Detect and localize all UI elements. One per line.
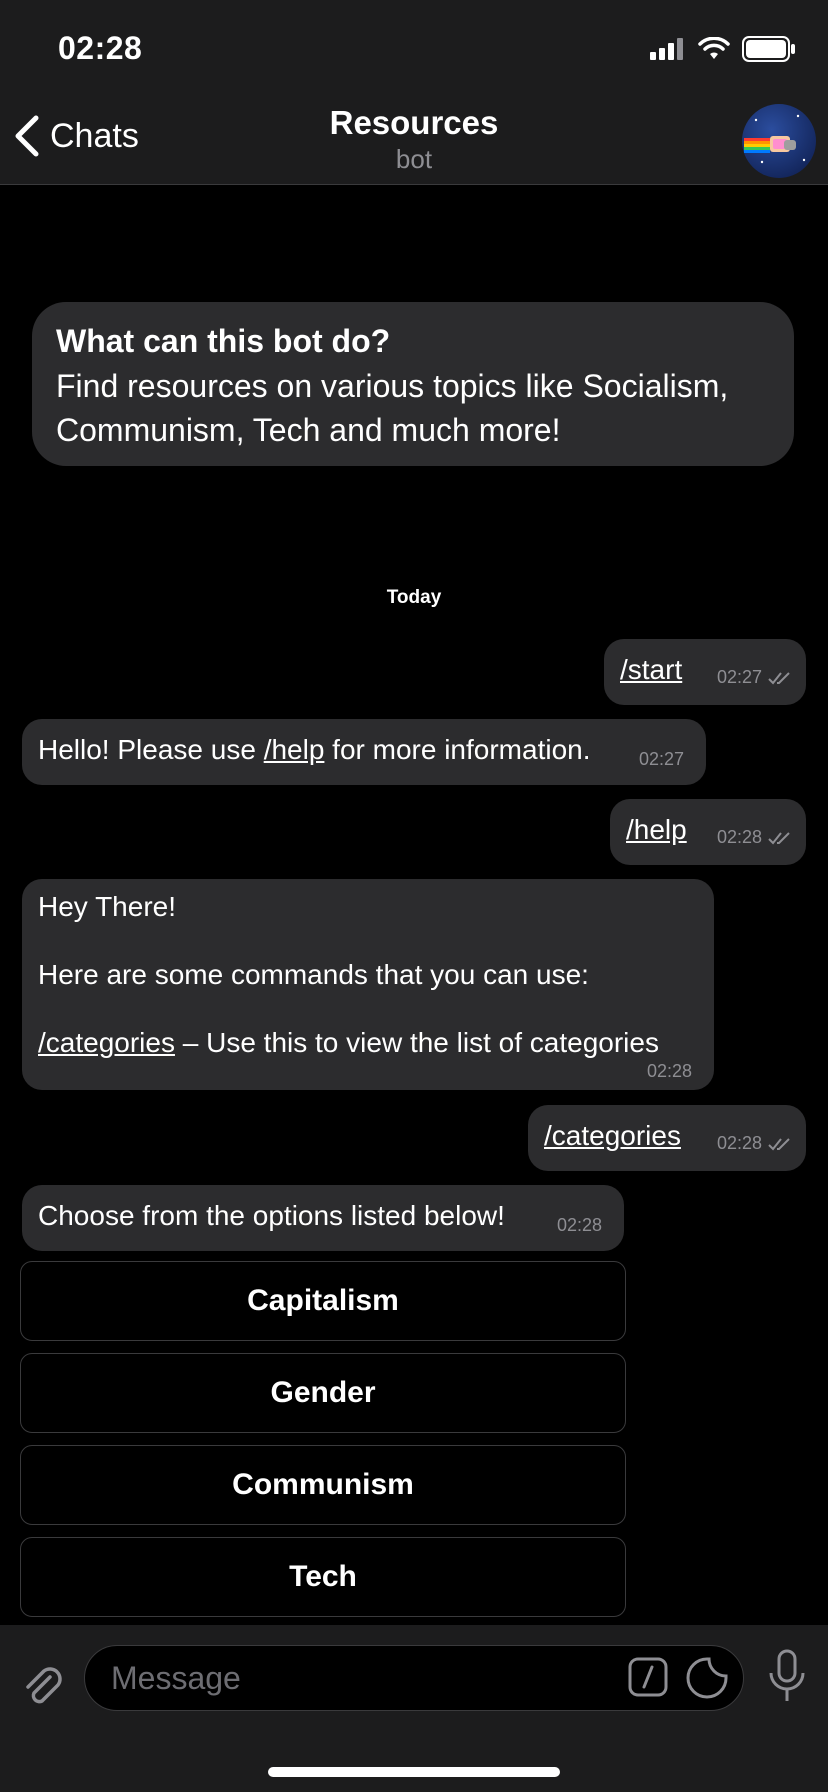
message-input[interactable]: Message [84,1645,744,1711]
chat-subtitle: bot [395,144,433,174]
message-composer: Message [0,1625,828,1792]
message-meta: 02:28 [717,1133,792,1154]
command-link[interactable]: /categories [544,1120,681,1152]
message-text-part: Hello! Please use [38,734,264,765]
chat-title: Resources [329,104,499,141]
message-time: 02:28 [716,827,762,847]
message-text-part: for more information. [324,734,591,765]
status-time: 02:28 [58,30,143,66]
chat-header: Chats Resources bot [0,90,828,185]
incoming-message: Hey There! Here are some commands that y… [22,879,714,1090]
keyboard-button-capitalism[interactable]: Capitalism [20,1261,626,1341]
message-meta: 02:28 [647,1061,692,1082]
double-check-icon [768,1137,790,1150]
nyan-cat-icon [744,114,806,164]
message-time: 02:27 [638,749,684,769]
paperclip-icon[interactable] [20,1663,64,1707]
home-indicator[interactable] [268,1767,560,1777]
keyboard-button-gender[interactable]: Gender [20,1353,626,1433]
incoming-message: Hello! Please use /help for more informa… [22,719,706,785]
bot-command-icon[interactable] [627,1656,669,1698]
avatar[interactable] [742,104,816,178]
message-time: 02:28 [716,1133,762,1153]
message-line: Hey There! [38,891,176,922]
wifi-icon [698,37,730,59]
bot-info-box: What can this bot do? Find resources on … [32,302,794,466]
message-meta: 02:28 [717,827,792,848]
chat-title-block[interactable]: Resources bot [0,104,828,175]
message-time: 02:27 [716,667,762,687]
keyboard-button-tech[interactable]: Tech [20,1537,626,1617]
signal-icon [650,38,683,60]
double-check-icon [768,671,790,684]
outgoing-message[interactable]: /start 02:27 [604,639,806,705]
message-line: /categories – Use this to view the list … [38,1027,659,1059]
message-text: Hello! Please use /help for more informa… [38,734,591,766]
message-time: 02:28 [556,1215,602,1235]
command-link[interactable]: /help [626,814,687,846]
sticker-icon[interactable] [685,1656,729,1700]
message-time: 02:28 [646,1061,692,1081]
outgoing-message[interactable]: /categories 02:28 [528,1105,806,1171]
date-separator: Today [386,587,442,608]
double-check-icon [768,831,790,844]
status-icons [650,36,796,62]
message-text-part: – Use this to view the list of categorie… [174,1027,659,1058]
command-link[interactable]: /start [620,654,682,686]
message-meta: 02:27 [639,749,684,770]
outgoing-message[interactable]: /help 02:28 [610,799,806,865]
message-meta: 02:27 [717,667,792,688]
incoming-message: Choose from the options listed below! 02… [22,1185,624,1251]
command-link[interactable]: /categories [38,1027,175,1058]
bot-info-heading: What can this bot do? [56,323,391,359]
battery-icon [742,36,795,62]
command-link[interactable]: /help [264,734,325,765]
message-meta: 02:28 [557,1215,602,1236]
keyboard-button-communism[interactable]: Communism [20,1445,626,1525]
message-line: Here are some commands that you can use: [38,959,589,990]
message-placeholder: Message [111,1660,241,1696]
message-text: Choose from the options listed below! [38,1200,505,1231]
microphone-icon[interactable] [768,1649,806,1703]
bot-info-body: Find resources on various topics like So… [56,368,729,448]
status-bar: 02:28 [0,0,828,90]
